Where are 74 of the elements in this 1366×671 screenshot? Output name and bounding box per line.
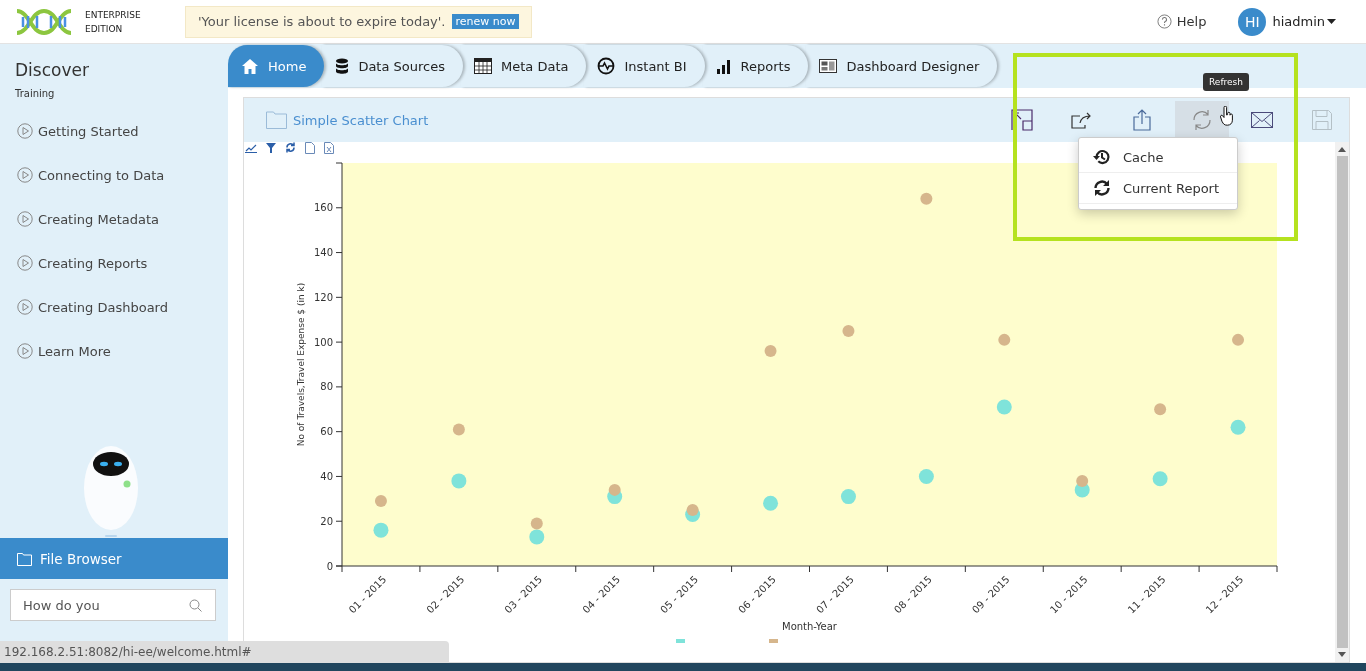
sidebar-item[interactable]: Creating Metadata xyxy=(0,197,228,241)
database-icon xyxy=(335,57,350,75)
x-axis-title: Month-Year xyxy=(782,621,837,632)
scroll-up-icon[interactable] xyxy=(1338,147,1346,152)
edition-label: ENTERPRISE xyxy=(85,8,141,22)
play-icon xyxy=(17,211,33,227)
y-tick-label: 160 xyxy=(313,202,333,214)
sidebar-item[interactable]: Learn More xyxy=(0,329,228,373)
excel-file-icon[interactable] xyxy=(324,142,334,154)
table-icon xyxy=(474,58,492,74)
search-field[interactable]: How do you xyxy=(10,589,216,621)
caret-icon xyxy=(1327,19,1336,24)
y-tick-label: 40 xyxy=(320,470,333,482)
help-link[interactable]: Help xyxy=(1156,14,1207,29)
sidebar-title: Discover xyxy=(14,59,90,80)
scrollbar[interactable] xyxy=(1335,142,1349,662)
menu-item[interactable]: Current Report xyxy=(1079,173,1237,204)
file-browser-button[interactable]: File Browser xyxy=(0,538,228,579)
license-notice: 'Your license is about to expire today'. xyxy=(198,14,446,29)
report-title: Simple Scatter Chart xyxy=(293,112,429,128)
y-tick-label: 60 xyxy=(320,426,333,438)
edition-label: EDITION xyxy=(85,22,124,36)
play-icon xyxy=(17,255,33,271)
pulse-icon xyxy=(597,57,616,75)
scroll-down-icon[interactable] xyxy=(1338,652,1346,657)
renew-link[interactable]: renew now xyxy=(451,14,520,29)
nav-tab[interactable]: Meta Data xyxy=(461,45,587,87)
nav-tab[interactable]: Dashboard Designer xyxy=(806,45,998,87)
menu-item[interactable]: Cache xyxy=(1079,142,1237,173)
y-tick-label: 80 xyxy=(320,381,333,393)
tooltip: Refresh xyxy=(1203,73,1249,91)
status-bar: 192.168.2.51:8082/hi-ee/welcome.html# xyxy=(0,641,449,663)
dashboard-icon xyxy=(819,59,838,73)
line-chart-icon[interactable] xyxy=(245,142,257,153)
y-tick-label: 140 xyxy=(313,247,333,259)
folder-icon xyxy=(266,111,287,129)
refresh-icon xyxy=(1191,109,1213,131)
help-icon xyxy=(1156,14,1172,29)
folder-icon xyxy=(17,551,33,566)
y-tick-label: 100 xyxy=(313,336,333,348)
email-icon xyxy=(1251,112,1273,128)
user-avatar[interactable]: HI xyxy=(1238,7,1267,36)
refresh-icon[interactable] xyxy=(285,142,296,153)
save-icon xyxy=(1312,110,1332,130)
y-tick-label: 0 xyxy=(326,560,333,572)
sidebar-subtitle: Training xyxy=(14,87,56,101)
sidebar-item[interactable]: Getting Started xyxy=(0,109,228,153)
play-icon xyxy=(17,123,33,139)
user-menu[interactable]: hiadmin xyxy=(1272,14,1336,29)
upload-icon xyxy=(1133,109,1151,131)
y-axis-title: No of Travels,Travel Expense $ (in k) xyxy=(296,282,306,447)
nav-tab[interactable]: Data Sources xyxy=(322,45,463,87)
dna-logo-icon xyxy=(15,7,73,36)
sidebar-item[interactable]: Connecting to Data xyxy=(0,153,228,197)
refresh-icon xyxy=(1093,179,1111,197)
history-icon xyxy=(1093,148,1111,166)
y-tick-label: 120 xyxy=(313,291,333,303)
play-icon xyxy=(17,343,33,359)
nav-tab[interactable]: Reports xyxy=(702,45,809,87)
home-icon xyxy=(241,57,259,75)
document-icon[interactable] xyxy=(305,142,315,154)
y-tick-label: 20 xyxy=(320,515,333,527)
nav-tab[interactable]: Instant BI xyxy=(584,45,705,87)
search-icon xyxy=(189,599,202,612)
nav-tab[interactable]: Home xyxy=(228,45,325,87)
bar-chart-icon xyxy=(715,58,732,74)
share-icon xyxy=(1071,111,1093,129)
play-icon xyxy=(17,299,33,315)
sidebar-item[interactable]: Creating Reports xyxy=(0,241,228,285)
filter-icon[interactable] xyxy=(266,142,276,153)
play-icon xyxy=(17,167,33,183)
expand-icon xyxy=(1011,109,1033,131)
sidebar-item[interactable]: Creating Dashboard xyxy=(0,285,228,329)
hand-cursor-icon xyxy=(1220,106,1234,126)
